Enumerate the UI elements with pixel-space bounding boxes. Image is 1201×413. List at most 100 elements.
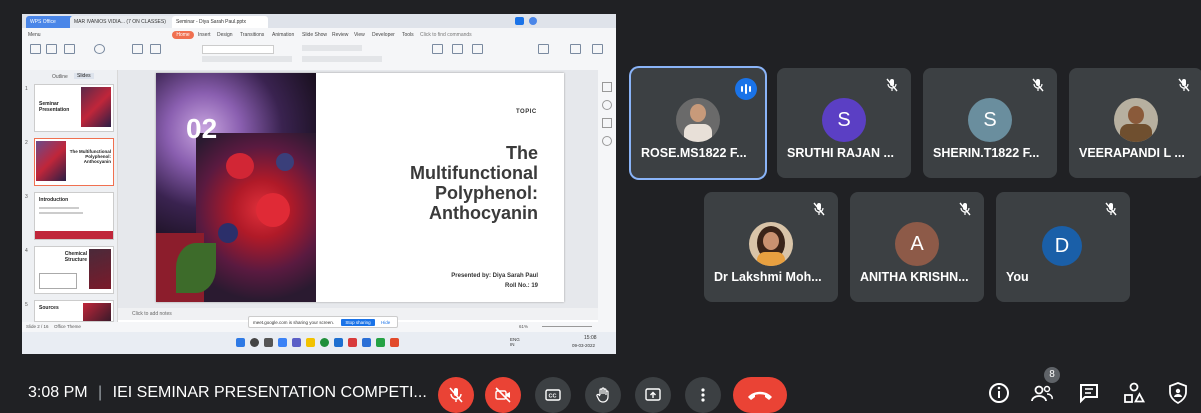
paragraph-row[interactable] (302, 45, 362, 51)
tab-wps-office[interactable]: WPS Office (26, 16, 74, 28)
taskbar-clock-date[interactable]: 09-03-2022 (572, 343, 595, 348)
present-button[interactable] (635, 377, 671, 413)
side-tool-icon[interactable] (602, 136, 612, 146)
more-options-button[interactable] (685, 377, 721, 413)
font-format-row[interactable] (202, 56, 292, 62)
taskbar-clock-time[interactable]: 15:08 (584, 335, 597, 341)
format-painter-icon[interactable] (64, 44, 75, 54)
slide-thumb-3[interactable]: Introduction (34, 192, 114, 240)
tab-seminar-file[interactable]: Seminar - Diya Sarah Paul.pptx (172, 16, 268, 28)
slide-title-line: Multifunctional (410, 163, 538, 183)
menu-design[interactable]: Design (217, 32, 233, 38)
select-icon[interactable] (570, 44, 581, 54)
mic-toggle-button[interactable] (438, 377, 474, 413)
language-indicator[interactable]: ENG IN (510, 337, 524, 347)
host-controls-icon[interactable] (1166, 381, 1190, 405)
windows-start-icon[interactable] (236, 338, 245, 347)
menu-menu[interactable]: Menu (28, 32, 41, 38)
hide-button[interactable]: Hide (381, 317, 390, 329)
cut-icon[interactable] (46, 44, 57, 54)
textbox-icon[interactable] (432, 44, 443, 54)
teams-icon[interactable] (292, 338, 301, 347)
menu-transitions[interactable]: Transitions (240, 32, 264, 38)
profile-icon (529, 17, 537, 25)
leave-call-button[interactable] (733, 377, 787, 413)
avatar (1114, 98, 1158, 142)
browser-tab-bar: WPS Office MAR IVANIOS VIDIA... (7 ON CL… (22, 14, 616, 28)
zoom-level[interactable]: 61% (519, 324, 528, 329)
store-icon[interactable] (348, 338, 357, 347)
participant-tile-sruthi[interactable]: S SRUTHI RAJAN ... (777, 68, 911, 178)
side-tool-icon[interactable] (602, 100, 612, 110)
play-icon[interactable] (94, 44, 105, 54)
menu-animation[interactable]: Animation (272, 32, 294, 38)
font-name-select[interactable] (202, 45, 274, 54)
presenter-text: Presented by: Diya Sarah Paul (451, 273, 538, 279)
mail-icon[interactable] (362, 338, 371, 347)
menu-home[interactable]: Home (172, 31, 194, 39)
layout-icon[interactable] (150, 44, 161, 54)
paste-icon[interactable] (30, 44, 41, 54)
meeting-title[interactable]: IEI SEMINAR PRESENTATION COMPETI... (113, 384, 427, 401)
captions-button[interactable]: CC (535, 377, 571, 413)
widgets-icon[interactable] (278, 338, 287, 347)
strawberry-shape (226, 153, 254, 179)
activities-icon[interactable] (1122, 381, 1146, 405)
panel-tab-slides[interactable]: Slides (74, 73, 94, 79)
edge-icon[interactable] (334, 338, 343, 347)
side-tool-icon[interactable] (602, 82, 612, 92)
search-icon[interactable] (250, 338, 259, 347)
participant-name: ROSE.MS1822 F... (641, 146, 747, 160)
camera-toggle-button[interactable] (485, 377, 521, 413)
participant-name: ANITHA KRISHN... (860, 270, 969, 284)
menu-insert[interactable]: Insert (198, 32, 211, 38)
slide-thumb-1[interactable]: Seminar Presentation (34, 84, 114, 132)
people-button[interactable]: 8 (1030, 367, 1060, 407)
thumb-number: 5 (25, 302, 28, 308)
participant-tile-veerapandi[interactable]: VEERAPANDI L ... (1069, 68, 1201, 178)
windows-taskbar: ENG IN 15:08 09-03-2022 (22, 332, 616, 354)
participant-tile-sherin[interactable]: S SHERIN.T1822 F... (923, 68, 1057, 178)
slide-number: 02 (186, 113, 218, 144)
chat-icon[interactable] (1077, 381, 1101, 405)
settings-icon[interactable] (592, 44, 603, 54)
menu-tools[interactable]: Tools (402, 32, 414, 38)
menu-developer[interactable]: Developer (372, 32, 395, 38)
new-slide-icon[interactable] (132, 44, 143, 54)
file-explorer-icon[interactable] (306, 338, 315, 347)
side-tool-icon[interactable] (602, 118, 612, 128)
participant-tile-lakshmi[interactable]: Dr Lakshmi Moh... (704, 192, 838, 302)
app-icon[interactable] (376, 338, 385, 347)
slide-thumb-2[interactable]: The Multifunctional Polyphenol: Anthocya… (34, 138, 114, 186)
command-search[interactable]: Click to find commands (420, 32, 472, 38)
paragraph-row-2[interactable] (302, 56, 382, 62)
chrome-icon[interactable] (320, 338, 329, 347)
stop-sharing-button[interactable]: Stop sharing (341, 319, 375, 326)
menu-slideshow[interactable]: Slide Show (302, 32, 327, 38)
thumb-image (36, 141, 66, 181)
slide-thumb-5[interactable]: Sources (34, 300, 114, 322)
info-icon[interactable] (987, 381, 1011, 405)
panel-tab-outline[interactable]: Outline (52, 74, 68, 80)
leaf-shape (176, 243, 216, 293)
thumb-number: 4 (25, 248, 28, 254)
picture-icon[interactable] (472, 44, 483, 54)
shapes-icon[interactable] (452, 44, 463, 54)
avatar: S (822, 98, 866, 142)
find-icon[interactable] (538, 44, 549, 54)
participant-tile-rose[interactable]: ROSE.MS1822 F... (631, 68, 765, 178)
zoom-slider[interactable] (542, 326, 592, 327)
menu-view[interactable]: View (354, 32, 365, 38)
wps-icon[interactable] (390, 338, 399, 347)
raise-hand-icon (596, 387, 609, 403)
participant-tile-you[interactable]: D You (996, 192, 1130, 302)
current-slide[interactable]: 02 TOPIC The Multifunctional Polyphenol:… (156, 73, 564, 302)
topic-label: TOPIC (516, 109, 537, 115)
tab-class[interactable]: MAR IVANIOS VIDIA... (7 ON CLASSES) (70, 16, 176, 28)
raise-hand-button[interactable] (585, 377, 621, 413)
task-view-icon[interactable] (264, 338, 273, 347)
slide-thumb-4[interactable]: Chemical Structure (34, 246, 114, 294)
thumb-title: Chemical Structure (64, 251, 87, 263)
participant-tile-anitha[interactable]: A ANITHA KRISHN... (850, 192, 984, 302)
menu-review[interactable]: Review (332, 32, 348, 38)
